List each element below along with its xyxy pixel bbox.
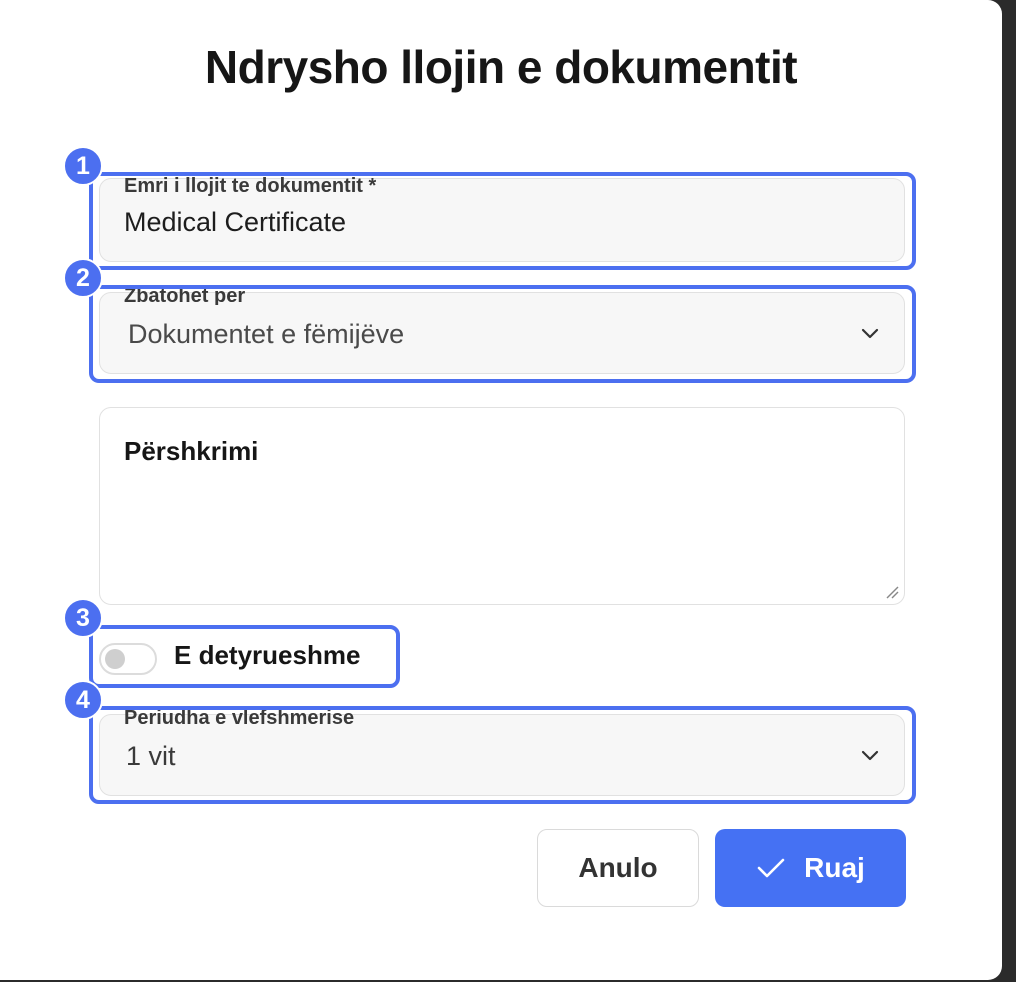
cancel-button[interactable]: Anulo (537, 829, 699, 907)
check-icon (757, 858, 785, 878)
document-type-name-field[interactable]: Emri i llojit te dokumentit * Medical Ce… (99, 175, 905, 262)
save-button[interactable]: Ruaj (715, 829, 906, 907)
chevron-down-icon (861, 750, 879, 761)
applies-to-value: Dokumentet e fëmijëve (128, 319, 405, 349)
description-placeholder: Përshkrimi (124, 436, 259, 466)
chevron-down-icon (861, 328, 879, 339)
applies-to-select[interactable]: Zbatohet per Dokumentet e fëmijëve (99, 285, 905, 374)
edit-document-type-dialog: Ndrysho llojin e dokumentit Emri i lloji… (0, 0, 1002, 980)
mandatory-toggle[interactable] (99, 643, 157, 675)
validity-period-value: 1 vit (126, 741, 176, 771)
validity-period-select[interactable]: Periudha e vlefshmerise 1 vit (99, 707, 905, 796)
mandatory-label: E detyrueshme (174, 640, 361, 670)
toggle-knob (105, 649, 125, 669)
document-type-name-label: Emri i llojit te dokumentit * (124, 175, 377, 197)
annotation-badge-4: 4 (63, 680, 103, 720)
document-type-name-input[interactable]: Medical Certificate (124, 207, 346, 238)
save-button-label: Ruaj (804, 852, 865, 883)
applies-to-label: Zbatohet per (124, 285, 246, 305)
dialog-title: Ndrysho llojin e dokumentit (204, 41, 798, 93)
resize-handle-icon[interactable] (884, 584, 900, 600)
annotation-badge-2: 2 (63, 258, 103, 298)
annotation-badge-3: 3 (63, 598, 103, 638)
description-textarea[interactable]: Përshkrimi (99, 407, 905, 605)
validity-period-label: Periudha e vlefshmerise (124, 707, 355, 727)
annotation-badge-1: 1 (63, 146, 103, 186)
